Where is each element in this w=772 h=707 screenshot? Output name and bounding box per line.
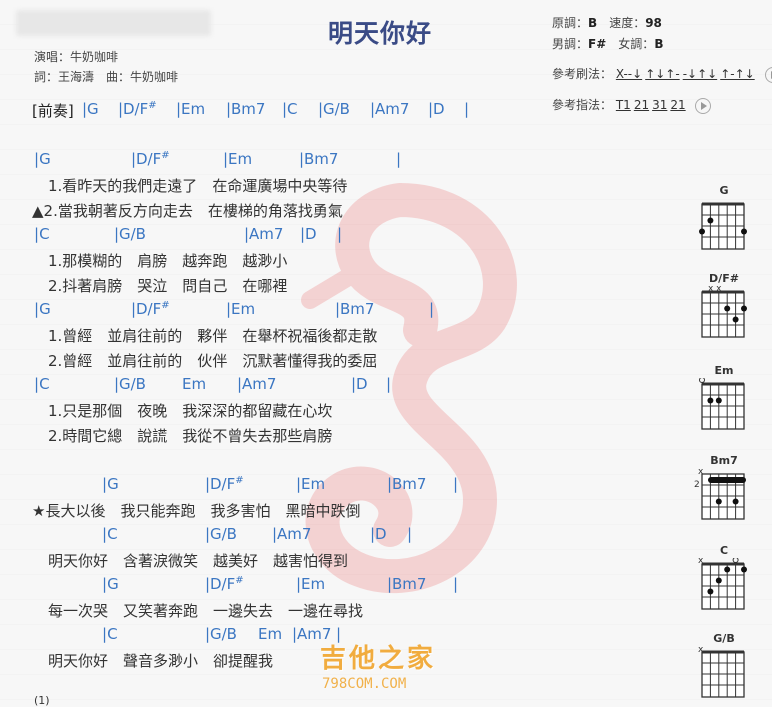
lyric-line: 1.只是那個 夜晚 我深深的都留藏在心坎 [48, 402, 333, 420]
chord-row: |C | G/B Em | Am7 | D | [34, 375, 392, 393]
singer-line: 演唱：牛奶咖啡 [34, 50, 119, 64]
lyric-line: 1.那模糊的 肩膀 越奔跑 越渺小 [48, 252, 288, 270]
lyric-line: (1) [34, 694, 50, 707]
chord-row: |C | G/B | Am7 | D | [34, 225, 343, 243]
site-url: 798COM.COM [322, 676, 407, 692]
chord-row: |G | D/F# | Em | Bm7 | [34, 300, 435, 318]
site-logo: 吉他之家 [320, 644, 437, 674]
credits-line: 詞：王海濤 曲：牛奶咖啡 [34, 70, 179, 84]
play-finger-icon[interactable] [695, 97, 712, 114]
chord-row: |G | D/F# | Em | Bm7 | [34, 150, 402, 168]
lyric-line: 2.抖著肩膀 哭泣 問自己 在哪裡 [48, 277, 288, 295]
chord-diagram-c: C x [694, 544, 754, 614]
chord-diagram-d-f-sharp: D/F# x x [694, 272, 754, 342]
finger-pattern: 參考指法： T1 21 31 21 [552, 96, 712, 114]
intro-row: [前奏] [32, 102, 74, 120]
lyric-line: 2.曾經 並肩往前的 伙伴 沉默著懂得我的委屈 [48, 352, 378, 370]
chord-diagram-g-b: G/B x [694, 632, 754, 702]
lyric-line: 1.曾經 並肩往前的 夥伴 在舉杯祝福後都走散 [48, 327, 378, 345]
lyric-line: 每一次哭 又笑著奔跑 一邊失去 一邊在尋找 [48, 602, 364, 620]
chord-row: |C | G/B Em | Am7 | [102, 625, 342, 643]
lyric-line: 明天你好 含著淚微笑 越美好 越害怕得到 [48, 552, 349, 570]
chord-diagram-em: Em [694, 364, 754, 434]
male-female-key: 男調：F# 女調：B [552, 37, 664, 51]
lyric-line: ★長大以後 我只能奔跑 我多害怕 黑暗中跌倒 [32, 502, 361, 520]
song-title: 明天你好 [328, 19, 433, 48]
chord-row: |G | D/F# | Em | Bm7 | [102, 475, 459, 493]
chord-diagram-g: G [694, 184, 754, 254]
lyric-line: 1.看昨天的我們走遠了 在命運廣場中央等待 [48, 177, 348, 195]
lyric-line: ▲2.當我朝著反方向走去 在樓梯的角落找勇氣 [32, 202, 343, 220]
lyric-line: 明天你好 聲音多渺小 卻提醒我 [48, 652, 274, 670]
play-strum-icon[interactable] [764, 66, 772, 83]
chord-diagram-bm7: Bm7 x 2 [694, 454, 754, 524]
intro-chords: | G | D/F# | Em | Bm7 | C | G/B | Am7 | D | [82, 100, 470, 118]
chord-row: |G | D/F# | Em | Bm7 | [102, 575, 459, 593]
key-tempo: 原調：B 速度：98 [552, 16, 662, 30]
chord-row: |C | G/B | Am7 | D | [102, 525, 413, 543]
strum-pattern: 參考刷法： X--↓ ↑↓↑- -↓↑↓ ↑-↑↓ [552, 65, 772, 83]
blurred-header [16, 10, 211, 36]
lyric-line: 2.時間它總 說謊 我從不曾失去那些肩膀 [48, 427, 333, 445]
